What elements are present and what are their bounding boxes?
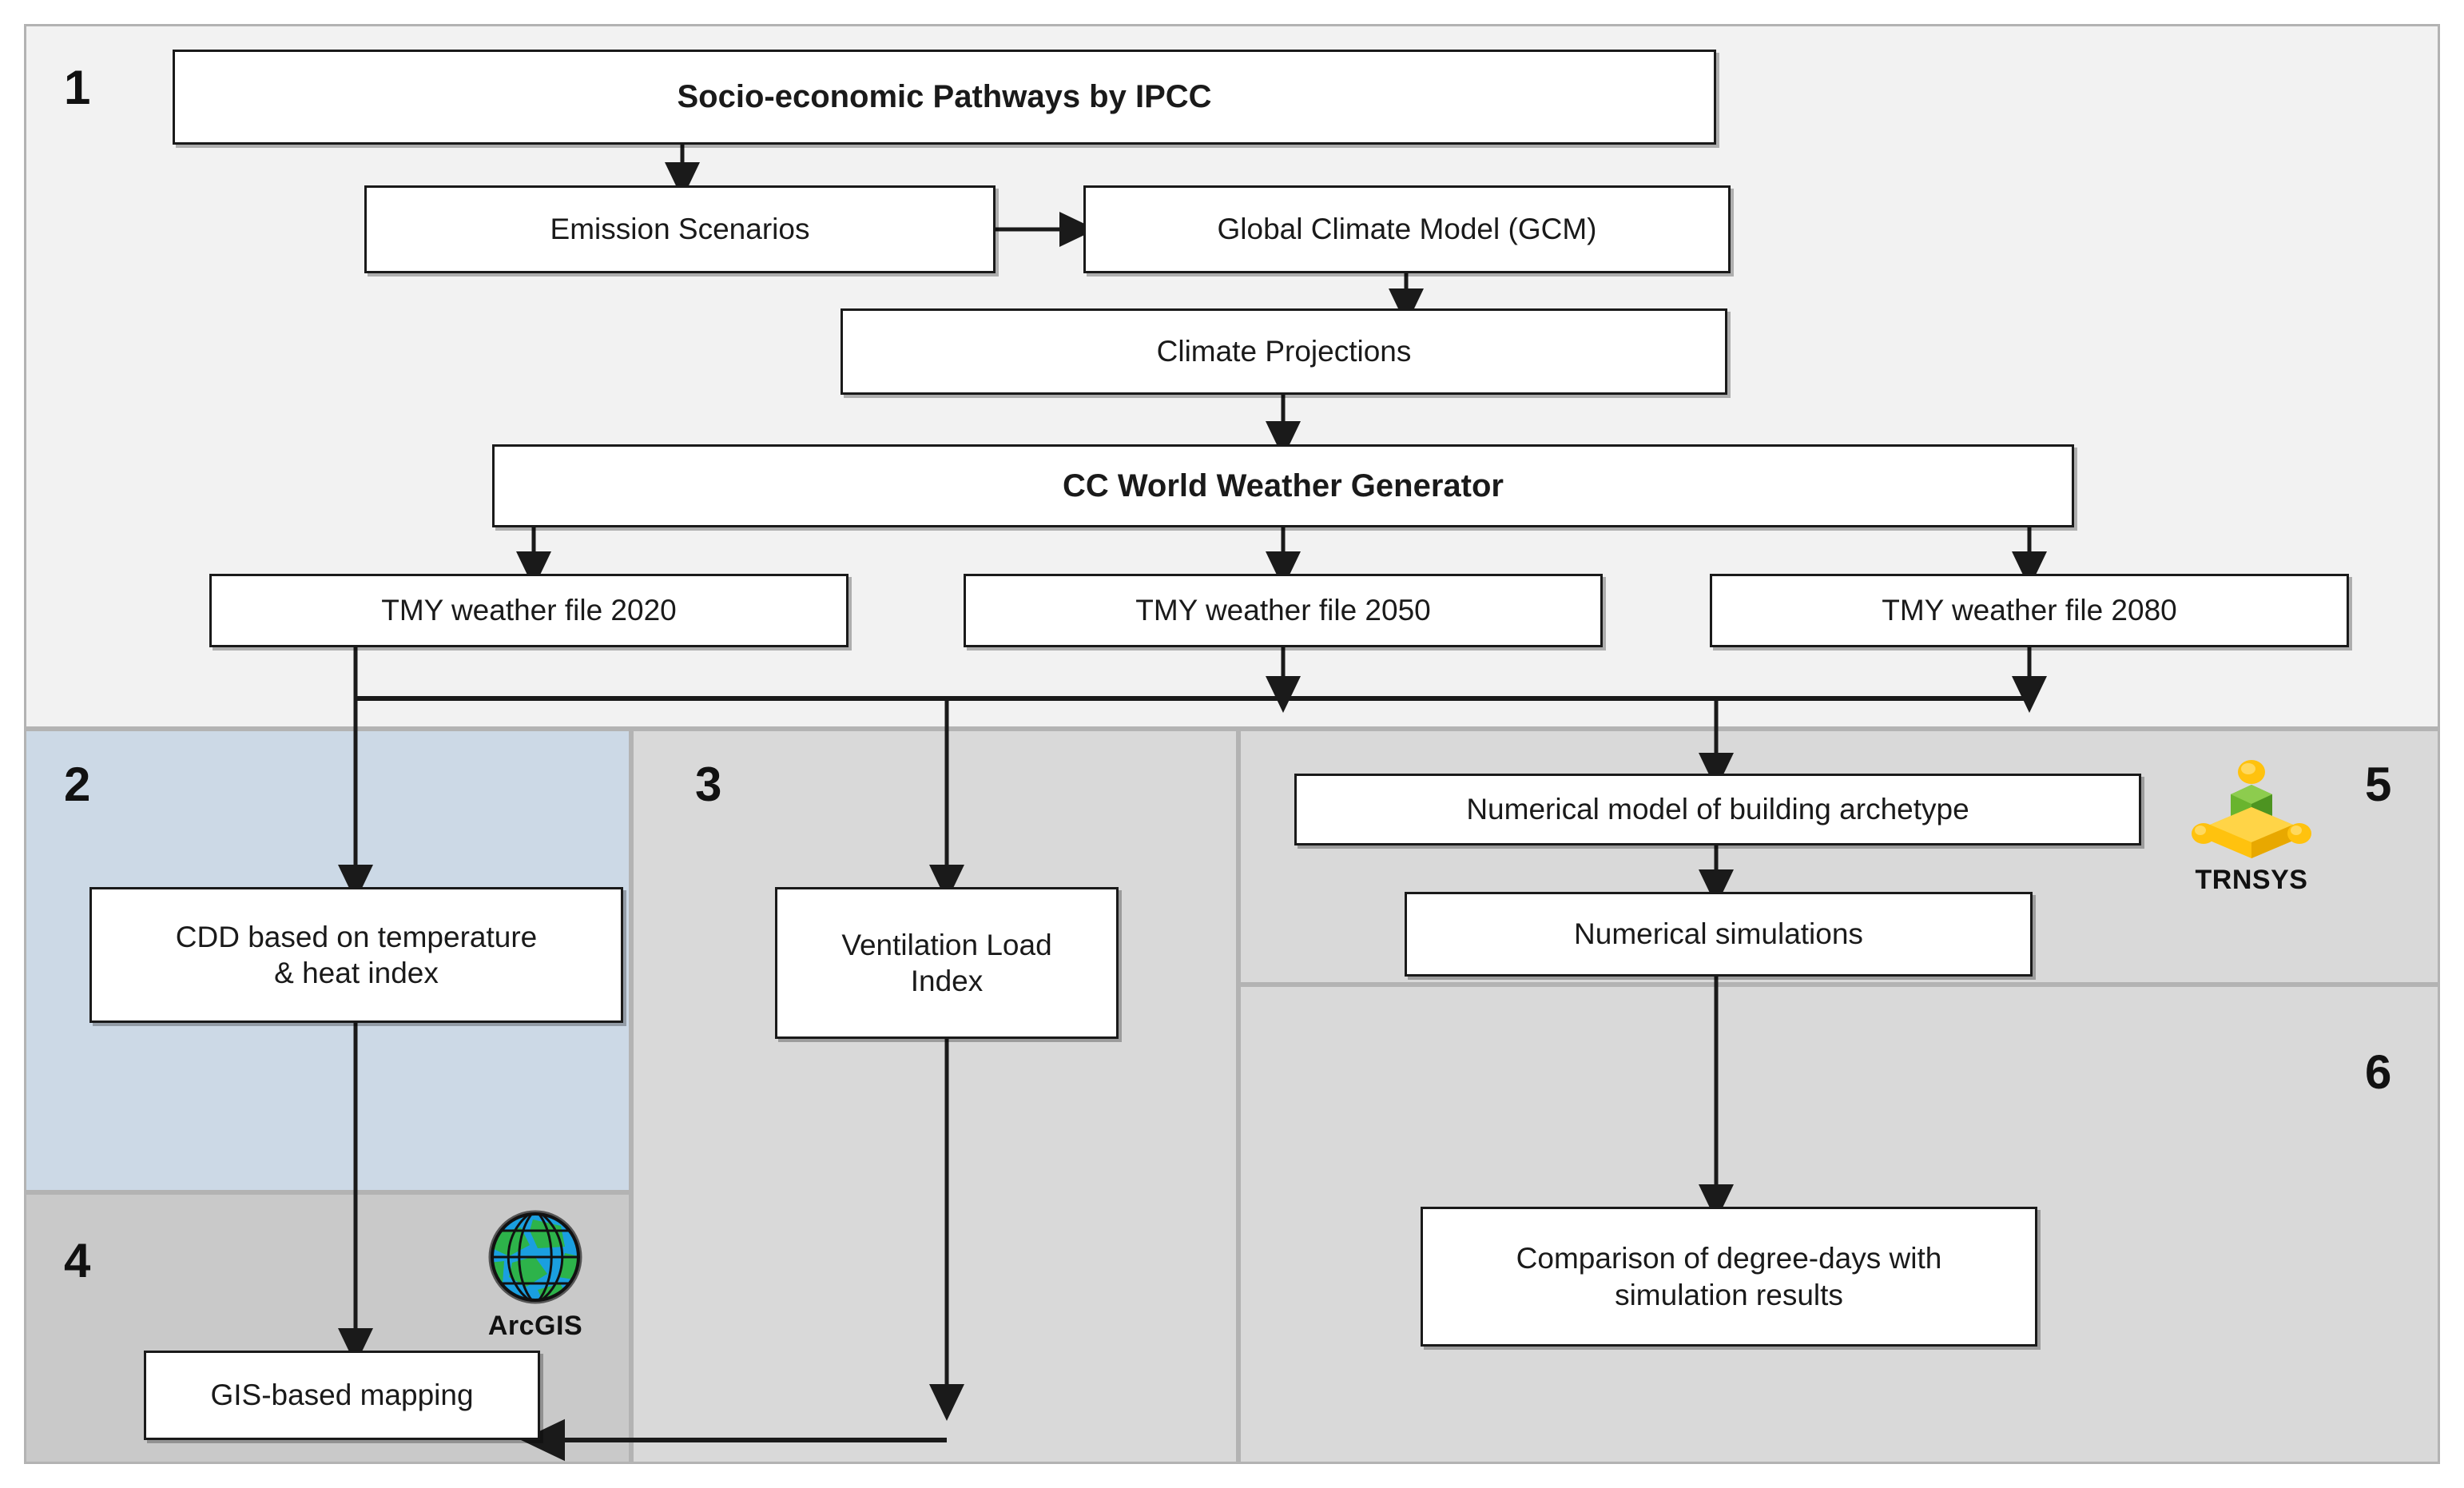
panel-number-1: 1: [64, 61, 90, 114]
node-cc-world-weather-generator[interactable]: CC World Weather Generator: [492, 444, 2074, 527]
arcgis-logo: ArcGIS: [447, 1207, 623, 1342]
node-gis-based-mapping[interactable]: GIS-based mapping: [144, 1351, 540, 1440]
node-emission-scenarios[interactable]: Emission Scenarios: [364, 185, 996, 273]
node-ventilation-line-1: Ventilation Load: [841, 928, 1052, 961]
arcgis-logo-caption: ArcGIS: [487, 1311, 583, 1341]
panel-number-6: 6: [2365, 1045, 2391, 1099]
node-ventilation-line-2: Index: [910, 965, 984, 997]
node-numerical-simulations[interactable]: Numerical simulations: [1405, 892, 2033, 977]
node-comparison-line-1: Comparison of degree-days with: [1516, 1242, 1942, 1275]
panel-number-2: 2: [64, 758, 90, 811]
panel-number-5: 5: [2365, 758, 2391, 811]
panel-number-3: 3: [695, 758, 721, 811]
node-global-climate-model[interactable]: Global Climate Model (GCM): [1083, 185, 1731, 273]
trnsys-logo: TRNSYS: [2172, 758, 2331, 896]
node-cdd-line-2: & heat index: [274, 957, 439, 989]
node-socio-economic-pathways[interactable]: Socio-economic Pathways by IPCC: [173, 50, 1716, 145]
panel-3-ventilation: [631, 729, 1238, 1464]
trnsys-logo-caption: TRNSYS: [2195, 865, 2308, 895]
node-comparison-line-2: simulation results: [1615, 1278, 1843, 1311]
node-climate-projections[interactable]: Climate Projections: [841, 308, 1727, 395]
node-tmy-weather-file-2050[interactable]: TMY weather file 2050: [964, 574, 1603, 647]
node-tmy-weather-file-2080[interactable]: TMY weather file 2080: [1710, 574, 2349, 647]
trnsys-cubes-icon: [2192, 760, 2311, 858]
node-comparison-of-degree-days[interactable]: Comparison of degree-days with simulatio…: [1421, 1207, 2037, 1347]
node-numerical-model-of-building-archetype[interactable]: Numerical model of building archetype: [1294, 774, 2141, 845]
node-ventilation-load-index[interactable]: Ventilation Load Index: [775, 887, 1119, 1039]
flowchart-figure: 1 2 3 4 5 6 Socio-economic Pathways by I…: [0, 0, 2464, 1488]
node-cdd-line-1: CDD based on temperature: [175, 920, 538, 953]
node-tmy-weather-file-2020[interactable]: TMY weather file 2020: [209, 574, 848, 647]
arcgis-globe-icon: [488, 1210, 582, 1304]
node-cdd-based-on-temperature-heat-index[interactable]: CDD based on temperature & heat index: [89, 887, 623, 1023]
panel-number-4: 4: [64, 1234, 90, 1287]
